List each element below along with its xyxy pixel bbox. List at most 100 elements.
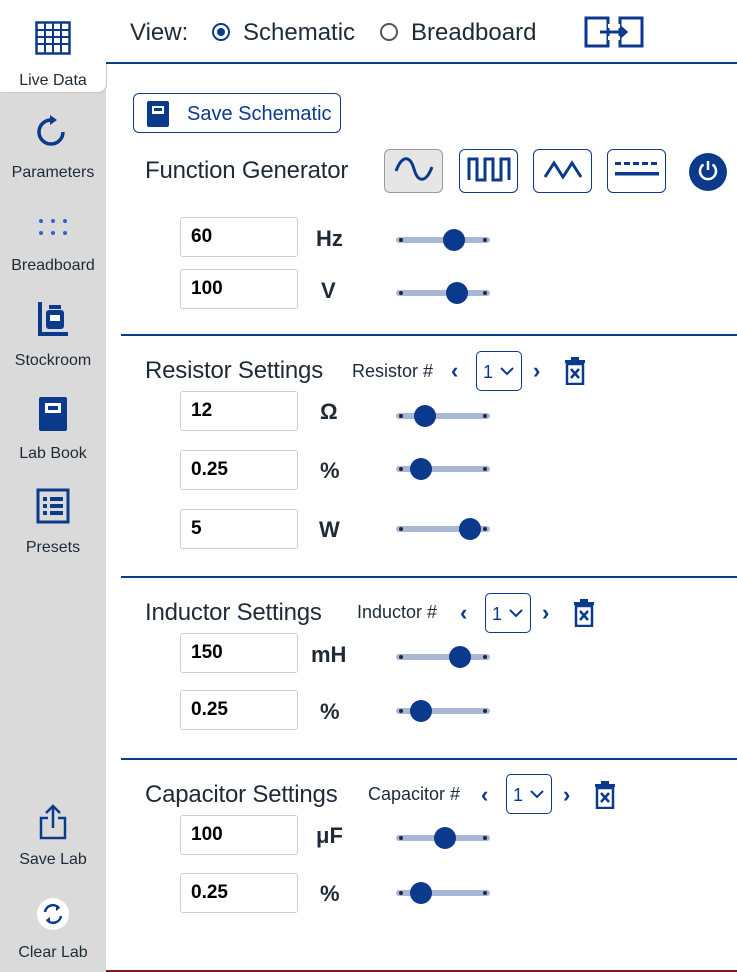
chevron-down-icon	[499, 363, 515, 384]
slider-thumb[interactable]	[448, 646, 471, 668]
resistance-slider[interactable]	[396, 401, 490, 431]
book-icon	[146, 100, 170, 131]
slider-max-dot	[483, 467, 487, 471]
inductance-unit: mH	[311, 642, 347, 667]
sidebar-item-parameters[interactable]: Parameters	[0, 98, 106, 190]
power-rating-slider[interactable]	[396, 514, 490, 544]
table-icon	[33, 18, 73, 58]
triangle-wave-icon	[543, 159, 583, 184]
slider-thumb[interactable]	[410, 882, 433, 904]
sine-wave-button[interactable]	[384, 149, 443, 193]
power-rating-unit: W	[319, 517, 340, 542]
resistor-tolerance-unit: %	[320, 458, 340, 483]
square-wave-button[interactable]	[459, 149, 518, 193]
list-icon	[33, 486, 73, 526]
save-schematic-button[interactable]: Save Schematic	[133, 93, 341, 133]
sidebar-item-clear-lab[interactable]: Clear Lab	[0, 884, 106, 972]
resistance-input[interactable]	[180, 391, 298, 431]
sidebar-item-live-data[interactable]: Live Data	[0, 0, 106, 92]
resistor-number-select[interactable]: 1	[476, 351, 522, 391]
popout-window-icon[interactable]	[584, 16, 644, 53]
inductor-tolerance-slider[interactable]	[396, 696, 490, 726]
chevron-left-icon[interactable]: ‹	[451, 360, 458, 382]
triangle-wave-button[interactable]	[533, 149, 592, 193]
frequency-unit: Hz	[316, 226, 343, 251]
dc-button[interactable]	[607, 149, 666, 193]
slider-max-dot	[483, 836, 487, 840]
slider-min-dot	[399, 836, 403, 840]
delete-icon[interactable]	[573, 599, 595, 632]
power-button[interactable]	[689, 153, 727, 191]
breadboard-radio-label[interactable]: Breadboard	[411, 19, 536, 47]
slider-min-dot	[399, 467, 403, 471]
breadboard-radio[interactable]	[380, 23, 398, 41]
sidebar-item-label: Breadboard	[11, 257, 95, 274]
frequency-slider[interactable]	[396, 225, 490, 255]
slider-thumb[interactable]	[414, 405, 436, 427]
capacitance-slider[interactable]	[396, 823, 490, 853]
capacitance-unit: μF	[316, 823, 343, 848]
sidebar-item-stockroom[interactable]: Stockroom	[0, 285, 106, 377]
delete-icon[interactable]	[564, 357, 586, 390]
power-rating-input[interactable]	[180, 509, 298, 549]
slider-max-dot	[483, 709, 487, 713]
capacitor-number-select[interactable]: 1	[506, 774, 552, 814]
slider-thumb[interactable]	[459, 518, 482, 540]
inductance-input[interactable]	[180, 633, 298, 673]
slider-min-dot	[399, 527, 403, 531]
slider-thumb[interactable]	[442, 229, 465, 251]
section-divider	[121, 334, 737, 336]
resistor-number-label: Resistor #	[352, 361, 434, 381]
capacitor-tolerance-unit: %	[320, 881, 340, 906]
inductor-number-label: Inductor #	[357, 602, 438, 622]
capacitor-tolerance-input[interactable]	[180, 873, 298, 913]
inductor-number-select[interactable]: 1	[485, 593, 531, 633]
resistor-tolerance-input[interactable]	[180, 450, 298, 490]
slider-thumb[interactable]	[410, 700, 433, 722]
slider-thumb[interactable]	[434, 827, 457, 849]
voltage-input[interactable]	[180, 269, 298, 309]
chevron-left-icon[interactable]: ‹	[460, 602, 467, 624]
chevron-right-icon[interactable]: ›	[533, 360, 540, 382]
schematic-radio-label[interactable]: Schematic	[243, 19, 355, 47]
sidebar-item-lab-book[interactable]: Lab Book	[0, 378, 106, 470]
inductance-slider[interactable]	[396, 642, 490, 672]
resistor-tolerance-slider[interactable]	[396, 454, 490, 484]
view-toolbar: View: Schematic Breadboard	[106, 0, 737, 64]
slider-track	[396, 413, 490, 419]
resistance-unit: Ω	[320, 399, 338, 424]
capacitor-tolerance-slider[interactable]	[396, 878, 490, 908]
sidebar-item-label: Lab Book	[19, 445, 87, 462]
share-icon	[33, 802, 73, 842]
schematic-radio[interactable]	[212, 23, 230, 41]
sidebar-item-save-lab[interactable]: Save Lab	[0, 790, 106, 882]
slider-max-dot	[483, 291, 487, 295]
refresh-icon	[33, 112, 73, 152]
dc-icon	[614, 160, 660, 183]
chevron-right-icon[interactable]: ›	[542, 602, 549, 624]
capacitance-input[interactable]	[180, 815, 298, 855]
sidebar: Live Data Parameters Breadboard Stockroo…	[0, 0, 106, 972]
voltage-slider[interactable]	[396, 278, 490, 308]
sidebar-item-presets[interactable]: Presets	[0, 472, 106, 564]
dots-grid-icon	[33, 207, 73, 247]
chevron-right-icon[interactable]: ›	[563, 784, 570, 806]
sidebar-item-label: Clear Lab	[18, 944, 88, 961]
slider-thumb[interactable]	[446, 282, 469, 304]
voltage-unit: V	[321, 278, 336, 303]
inductor-tolerance-input[interactable]	[180, 690, 298, 730]
power-icon	[697, 159, 719, 186]
clear-icon	[33, 894, 73, 934]
section-divider	[121, 576, 737, 578]
save-schematic-label: Save Schematic	[187, 103, 332, 125]
slider-max-dot	[483, 414, 487, 418]
sidebar-item-label: Save Lab	[19, 851, 87, 868]
frequency-input[interactable]	[180, 217, 298, 257]
resistor-number-value: 1	[483, 362, 494, 382]
sidebar-item-breadboard[interactable]: Breadboard	[0, 191, 106, 283]
slider-thumb[interactable]	[410, 458, 433, 480]
slider-min-dot	[399, 291, 403, 295]
chevron-left-icon[interactable]: ‹	[481, 784, 488, 806]
delete-icon[interactable]	[594, 781, 616, 814]
slider-max-dot	[483, 655, 487, 659]
